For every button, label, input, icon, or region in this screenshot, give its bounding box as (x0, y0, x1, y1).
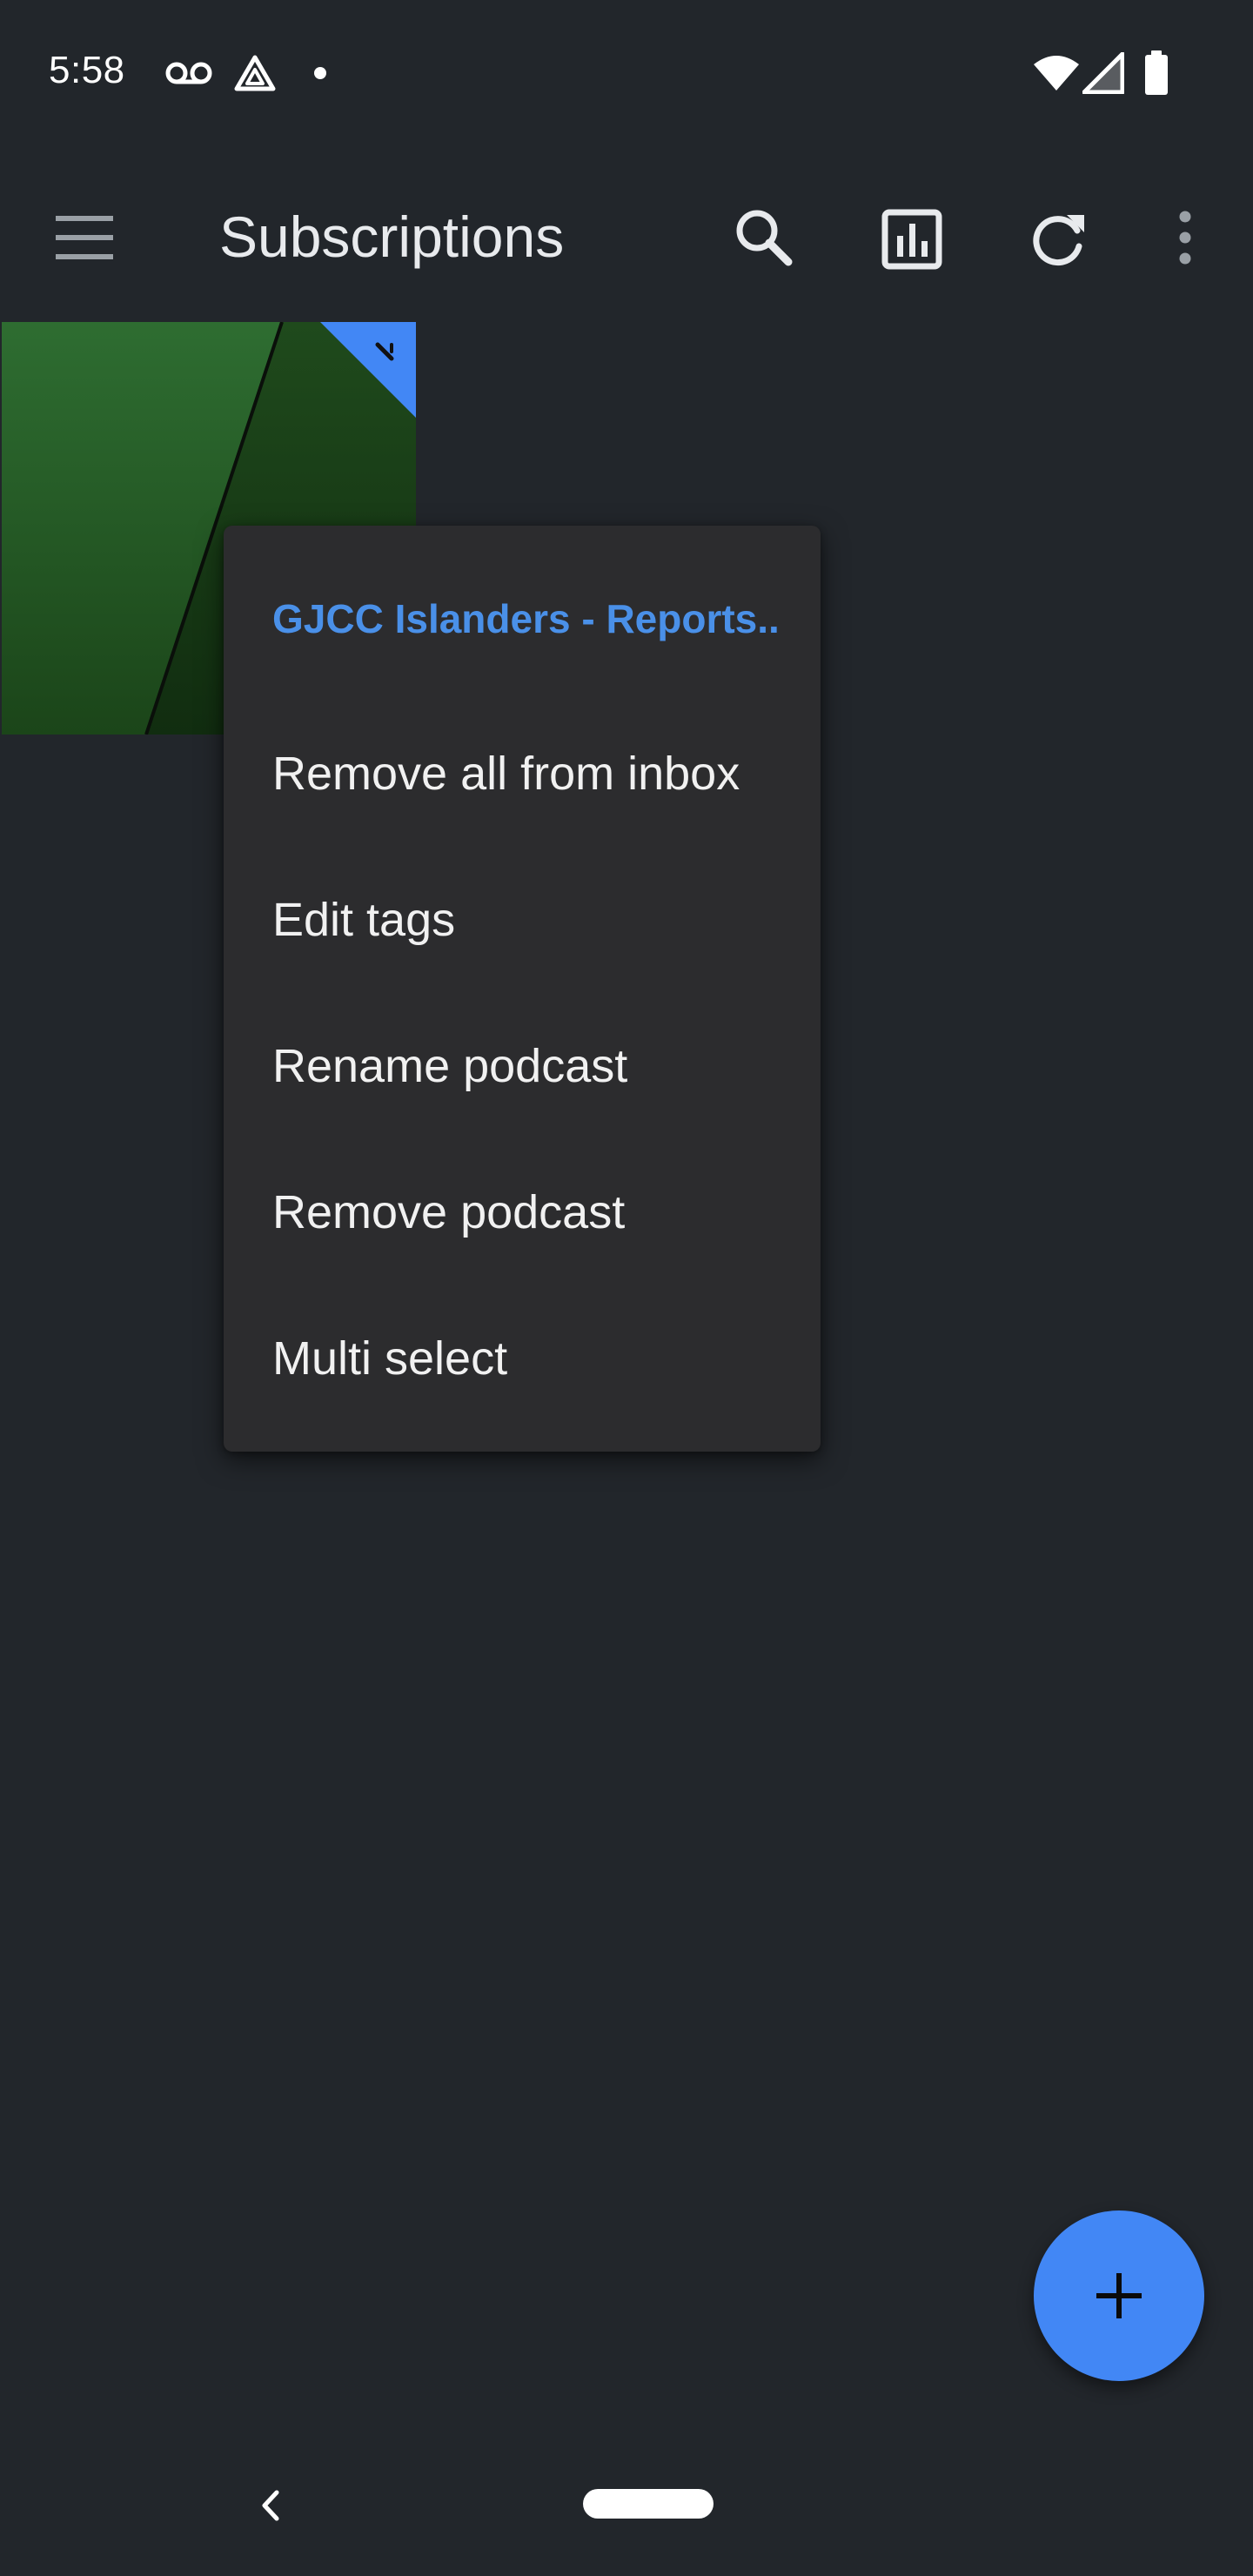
statistics-button[interactable] (868, 196, 955, 283)
wifi-icon (1034, 56, 1079, 91)
menu-item-multi-select[interactable]: Multi select (224, 1283, 821, 1429)
page-title: Subscriptions (219, 205, 565, 269)
back-icon[interactable] (249, 2484, 292, 2527)
app-bar: Subscriptions (0, 148, 1253, 322)
menu-item-edit-tags[interactable]: Edit tags (224, 844, 821, 990)
menu-item-remove-podcast[interactable]: Remove podcast (224, 1137, 821, 1283)
battery-icon (1145, 50, 1168, 95)
notification-dot-icon (314, 67, 326, 79)
menu-item-label: Remove all from inbox (272, 748, 740, 800)
add-podcast-fab[interactable] (1034, 2210, 1204, 2381)
menu-item-label: Edit tags (272, 894, 456, 946)
home-pill-icon[interactable] (583, 2489, 714, 2519)
refresh-button[interactable] (1015, 196, 1102, 283)
status-bar: 5:58 (0, 0, 1253, 148)
search-icon (736, 210, 793, 266)
drive-icon (234, 55, 276, 91)
menu-item-label: Multi select (272, 1332, 508, 1385)
refresh-icon (1033, 215, 1084, 266)
system-navigation-bar (0, 2437, 1253, 2576)
search-button[interactable] (720, 196, 807, 283)
menu-item-label: Remove podcast (272, 1186, 626, 1238)
status-time: 5:58 (49, 49, 125, 91)
more-vert-icon (1179, 211, 1191, 265)
add-icon (1096, 2273, 1142, 2318)
voicemail-icon (165, 62, 212, 84)
menu-item-label: Rename podcast (272, 1040, 628, 1092)
menu-item-remove-all-from-inbox[interactable]: Remove all from inbox (224, 698, 821, 844)
statistics-icon (881, 209, 942, 270)
menu-item-rename-podcast[interactable]: Rename podcast (224, 990, 821, 1137)
podcast-context-menu: GJCC Islanders - Reports.. Remove all fr… (224, 526, 821, 1452)
menu-icon (56, 216, 113, 259)
menu-header-podcast-title: GJCC Islanders - Reports.. (272, 596, 780, 641)
cell-signal-icon (1082, 52, 1124, 94)
navigation-drawer-button[interactable] (45, 198, 124, 277)
more-options-button[interactable] (1142, 196, 1229, 283)
